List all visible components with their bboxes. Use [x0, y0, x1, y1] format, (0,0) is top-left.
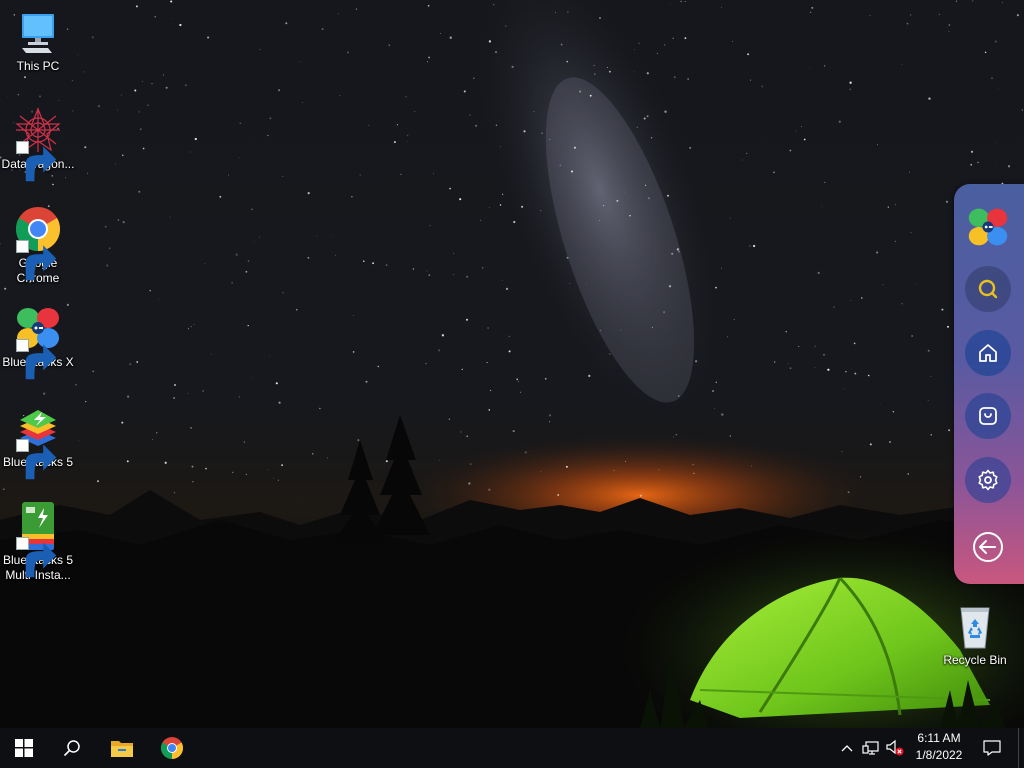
network-button[interactable] [860, 728, 882, 768]
show-hidden-icons-button[interactable] [838, 728, 856, 768]
clock-time: 6:11 AM [917, 731, 961, 745]
back-button[interactable] [965, 524, 1011, 570]
desktop-icon-bluestacks-multi-instance[interactable]: BlueStacks 5 Multi-Insta... [0, 502, 76, 583]
clock-button[interactable]: 6:11 AM 1/8/2022 [906, 730, 972, 764]
search-icon [63, 740, 80, 757]
shortcut-arrow-icon [16, 537, 57, 578]
desktop-icon-bluestacks-5[interactable]: BlueStacks 5 [0, 404, 76, 480]
bluestacks-x-icon [14, 304, 62, 380]
search-icon [978, 279, 998, 299]
store-bag-icon [979, 407, 997, 425]
search-taskbar-button[interactable] [48, 728, 96, 768]
notification-icon [983, 740, 1001, 756]
shortcut-arrow-icon [16, 141, 57, 182]
shortcut-arrow-icon [16, 439, 57, 480]
home-icon [979, 344, 997, 362]
desktop-icon-label: Recycle Bin [943, 653, 1007, 667]
home-button[interactable] [965, 330, 1011, 376]
desktop-wallpaper [0, 0, 1024, 728]
taskbar: 6:11 AM 1/8/2022 [0, 728, 1024, 768]
back-arrow-icon [973, 532, 1003, 562]
chrome-icon [161, 737, 183, 759]
bluestacks-5-icon [14, 404, 62, 480]
file-explorer-taskbar-button[interactable] [98, 728, 146, 768]
settings-gear-icon [978, 469, 998, 491]
desktop-icon-label: This PC [16, 59, 60, 73]
chrome-taskbar-button[interactable] [148, 728, 196, 768]
volume-muted-icon [886, 739, 904, 756]
store-button[interactable] [965, 393, 1011, 439]
settings-button[interactable] [965, 457, 1011, 503]
action-center-button[interactable] [978, 728, 1006, 768]
search-button[interactable] [965, 266, 1011, 312]
datawagon-icon [14, 106, 62, 182]
bluestacks-side-panel [954, 184, 1024, 584]
volume-button[interactable] [884, 728, 906, 768]
file-explorer-icon [111, 741, 133, 757]
chevron-up-icon [841, 745, 853, 752]
clock-date: 1/8/2022 [915, 748, 963, 762]
bluestacks-multi-instance-icon [14, 502, 62, 578]
shortcut-arrow-icon [16, 240, 57, 281]
show-desktop-button[interactable] [1018, 728, 1024, 768]
shortcut-arrow-icon [16, 339, 57, 380]
desktop-icon-datawagon[interactable]: DataWagon... [0, 106, 76, 182]
desktop-icon-bluestacks-x[interactable]: BlueStacks X [0, 304, 76, 380]
desktop-icon-google-chrome[interactable]: Google Chrome [0, 205, 76, 286]
desktop-icon-recycle-bin[interactable]: Recycle Bin [937, 602, 1013, 668]
bluestacks-logo-button[interactable] [965, 204, 1011, 250]
chrome-icon [14, 205, 62, 281]
computer-icon [14, 8, 62, 56]
network-icon [862, 741, 879, 755]
desktop-icon-this-pc[interactable]: This PC [0, 8, 76, 74]
windows-start-icon [15, 739, 33, 757]
start-button[interactable] [0, 728, 48, 768]
recycle-bin-icon [951, 602, 999, 650]
bluestacks-x-logo-icon [968, 208, 1008, 246]
